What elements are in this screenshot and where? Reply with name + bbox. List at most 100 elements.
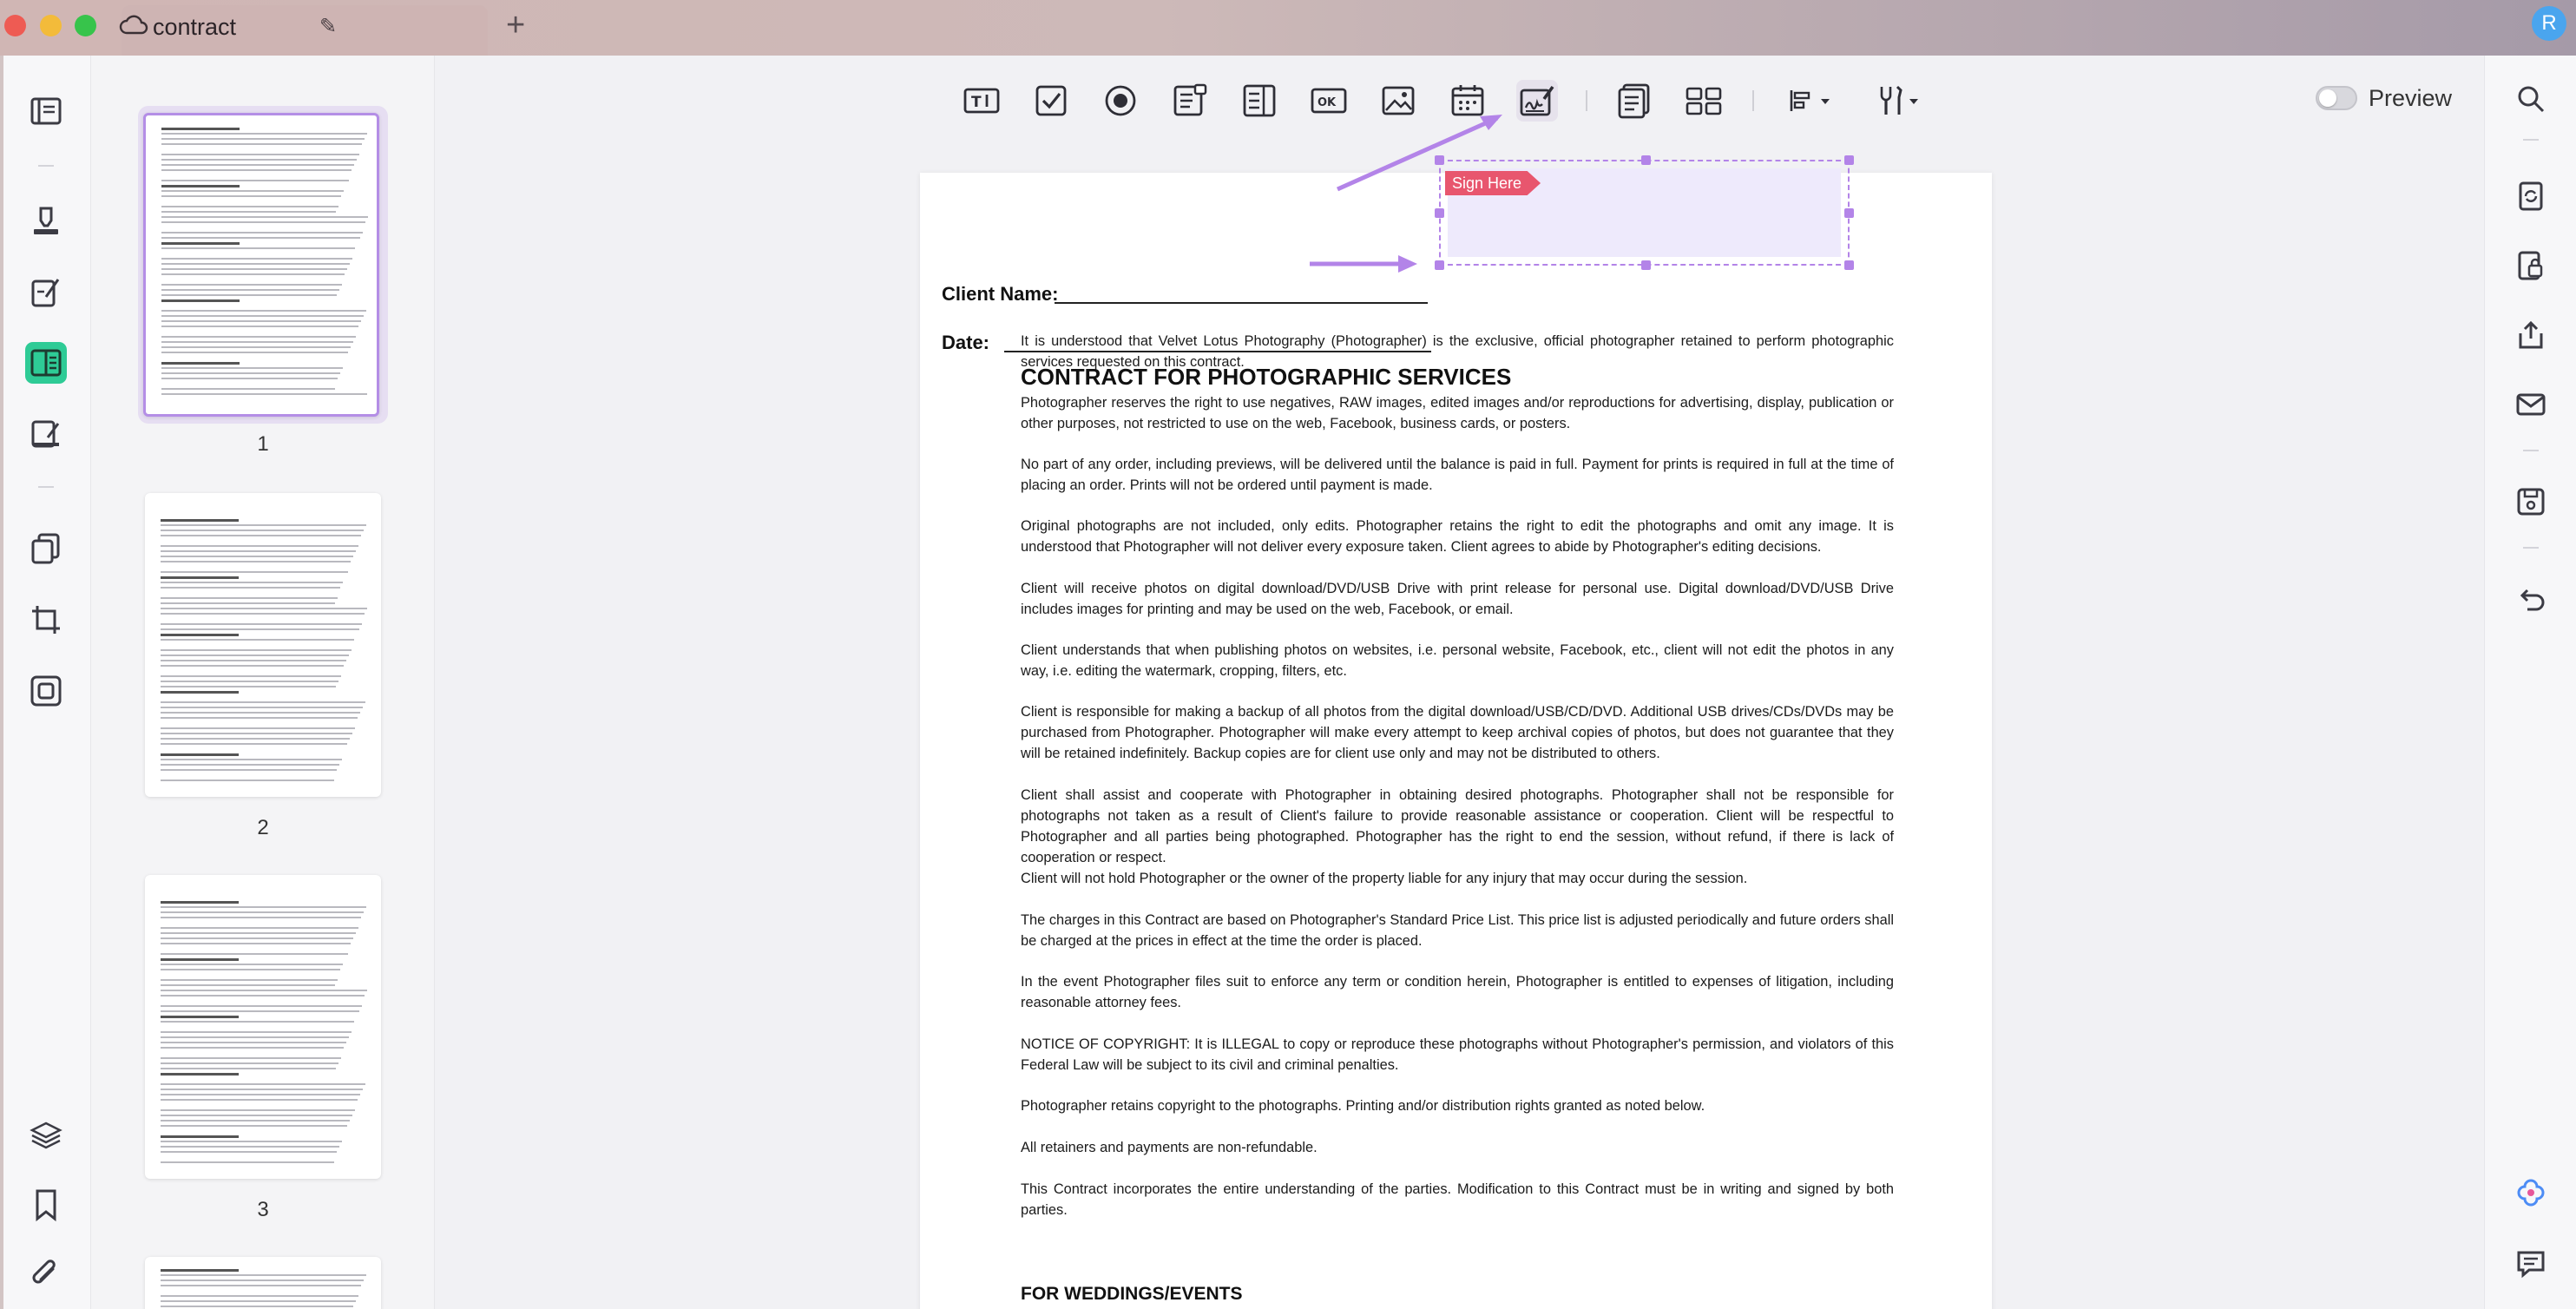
rename-pencil-icon[interactable]: ✎	[319, 14, 337, 39]
crop-icon	[32, 606, 60, 634]
thumbnail-text-line	[161, 211, 336, 213]
organize-pages-button[interactable]	[25, 528, 67, 569]
reader-mode-button[interactable]	[25, 90, 67, 132]
email-button[interactable]	[2514, 387, 2548, 422]
thumbnail-text-line	[161, 185, 240, 187]
thumbnail-page-1[interactable]	[138, 106, 388, 424]
toolbar-divider	[1752, 90, 1754, 111]
pdf-page[interactable]: Client Name: Date: CONTRACT FOR PHOTOGRA…	[920, 173, 1992, 1309]
resize-handle[interactable]	[1844, 155, 1854, 165]
form-mode-button[interactable]	[25, 342, 67, 384]
zoom-window-button[interactable]	[75, 15, 96, 36]
title-bar: contract ✎ + R	[0, 0, 2576, 56]
thumbnail-text-line	[161, 1036, 349, 1038]
share-button[interactable]	[2514, 318, 2548, 352]
protect-button[interactable]	[2514, 248, 2548, 283]
resize-handle[interactable]	[1435, 260, 1444, 270]
thumbnail-page-3[interactable]	[145, 875, 395, 1179]
thumbnail-page-number: 2	[257, 816, 269, 839]
thumbnail-text-line	[161, 393, 367, 395]
form-tools-dropdown[interactable]	[1869, 80, 1929, 122]
highlighter-icon	[34, 207, 58, 234]
date-field-tool[interactable]	[1447, 80, 1488, 122]
thumbnail-text-line	[161, 701, 365, 703]
resize-handle[interactable]	[1844, 260, 1854, 270]
thumbnail-text-line	[161, 969, 340, 970]
new-tab-button[interactable]: +	[506, 7, 525, 44]
thumbnail-text-line	[161, 128, 240, 130]
thumbnail-page-2[interactable]	[145, 493, 395, 797]
radio-button-tool[interactable]	[1100, 80, 1141, 122]
convert-button[interactable]	[2514, 179, 2548, 214]
thumbnail-text-line	[161, 743, 347, 745]
thumbnail-text-line	[161, 613, 365, 615]
resize-handle[interactable]	[1641, 260, 1651, 270]
thumbnail-text-line	[161, 524, 366, 526]
minimize-window-button[interactable]	[40, 15, 62, 36]
thumbnail-text-line	[161, 681, 338, 682]
form-page-icon	[1618, 83, 1650, 119]
thumbnail-panel: 1 2 3	[91, 56, 435, 1309]
list-box-tool[interactable]	[1239, 80, 1280, 122]
crop-pages-button[interactable]	[25, 599, 67, 641]
attachments-button[interactable]	[25, 1253, 67, 1295]
thumbnail-text-line	[161, 984, 335, 986]
comment-mode-button[interactable]	[25, 200, 67, 241]
ai-assistant-button[interactable]	[2514, 1175, 2548, 1210]
comments-button[interactable]	[2514, 1247, 2548, 1281]
thumbnail-text-line	[161, 1010, 359, 1012]
layers-button[interactable]	[25, 1115, 67, 1156]
thumbnail-text-line	[161, 1120, 350, 1122]
thumbnail-text-line	[161, 660, 346, 661]
thumbnail-text-line	[161, 1146, 339, 1148]
thumbnail-text-line	[161, 388, 335, 390]
resize-handle[interactable]	[1641, 155, 1651, 165]
contract-paragraph: The charges in this Contract are based o…	[1021, 912, 1894, 949]
signature-field-tool[interactable]	[1516, 80, 1558, 122]
thumbnail-page-4[interactable]	[145, 1257, 395, 1309]
thumbnail-text-line	[161, 1099, 358, 1101]
app-window: 1 2 3 T OK Preview Client Name: Date: CO…	[3, 56, 2576, 1309]
resize-handle[interactable]	[1844, 208, 1854, 218]
thumbnail-text-line	[161, 545, 358, 547]
batch-tools-button[interactable]	[25, 670, 67, 712]
thumbnail-text-line	[161, 628, 359, 630]
preview-toggle[interactable]	[2316, 86, 2357, 110]
thumbnail-text-line	[161, 675, 341, 677]
thumbnail-text-line	[161, 623, 362, 625]
align-dropdown[interactable]	[1780, 80, 1841, 122]
checkbox-tool[interactable]	[1030, 80, 1072, 122]
close-window-button[interactable]	[4, 15, 26, 36]
resize-handle[interactable]	[1435, 208, 1444, 218]
thumbnail-text-line	[161, 927, 358, 929]
thumbnail-text-line	[161, 958, 239, 961]
sign-here-tag: Sign Here	[1445, 171, 1541, 195]
text-field-tool[interactable]: T	[961, 80, 1002, 122]
save-button[interactable]	[2514, 484, 2548, 519]
document-canvas[interactable]: T OK Preview Client Name: Date: CONTRACT…	[435, 56, 2484, 1309]
form-page-tool[interactable]	[1613, 80, 1655, 122]
tab-title: contract	[153, 14, 237, 40]
thumbnail-text-line	[161, 571, 348, 573]
thumbnail-text-line	[161, 1300, 356, 1302]
undo-button[interactable]	[2514, 582, 2548, 616]
button-tool[interactable]: OK	[1308, 80, 1350, 122]
edit-mode-button[interactable]	[25, 271, 67, 312]
thumbnail-text-line	[161, 1295, 358, 1297]
thumbnail-text-line	[161, 216, 368, 218]
thumbnail-text-line	[161, 943, 351, 944]
thumbnail-text-line	[161, 733, 352, 734]
form-icon	[30, 349, 62, 377]
arrange-tool[interactable]	[1683, 80, 1725, 122]
thumbnail-text-line	[161, 1083, 365, 1085]
bookmarks-button[interactable]	[25, 1184, 67, 1226]
contract-paragraph: Client is responsible for making a backu…	[1021, 704, 1894, 761]
resize-handle[interactable]	[1435, 155, 1444, 165]
thumbnail-text-line	[161, 284, 342, 286]
image-field-tool[interactable]	[1377, 80, 1419, 122]
combo-box-tool[interactable]	[1169, 80, 1211, 122]
avatar[interactable]: R	[2532, 6, 2566, 41]
thumbnail-text-line	[161, 221, 365, 223]
fill-sign-button[interactable]	[25, 413, 67, 455]
search-button[interactable]	[2514, 82, 2548, 116]
